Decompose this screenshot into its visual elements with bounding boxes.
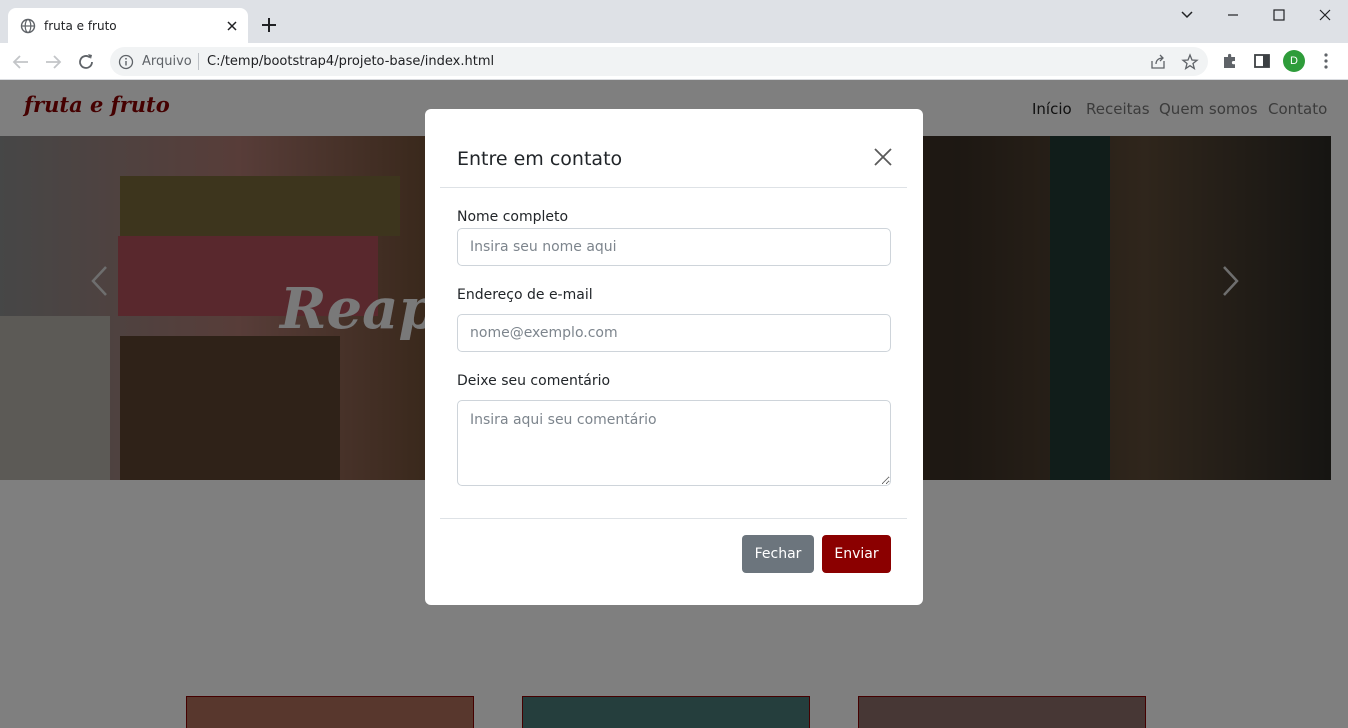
- url-text[interactable]: C:/temp/bootstrap4/projeto-base/index.ht…: [207, 53, 494, 70]
- close-tab-icon[interactable]: [224, 18, 240, 34]
- side-panel-icon[interactable]: [1252, 51, 1272, 71]
- back-icon[interactable]: [10, 51, 32, 73]
- kebab-menu-icon[interactable]: [1316, 51, 1336, 71]
- address-bar[interactable]: Arquivo C:/temp/bootstrap4/projeto-base/…: [110, 47, 1208, 76]
- bookmark-star-icon[interactable]: [1181, 53, 1199, 71]
- browser-tab[interactable]: fruta e fruto: [8, 8, 248, 43]
- modal-footer-divider: [440, 518, 907, 519]
- minimize-icon[interactable]: [1222, 4, 1244, 26]
- address-scheme-label: Arquivo: [142, 54, 192, 69]
- share-icon[interactable]: [1149, 53, 1167, 71]
- address-separator: [198, 53, 199, 70]
- forward-icon[interactable]: [42, 51, 64, 73]
- comment-textarea[interactable]: [457, 400, 891, 486]
- email-input[interactable]: [457, 314, 891, 352]
- name-label: Nome completo: [457, 209, 569, 225]
- tab-title: fruta e fruto: [44, 19, 117, 33]
- browser-tab-strip: fruta e fruto: [0, 0, 1348, 43]
- reload-icon[interactable]: [75, 51, 97, 73]
- close-window-icon[interactable]: [1314, 4, 1336, 26]
- extensions-puzzle-icon[interactable]: [1220, 51, 1240, 71]
- globe-icon: [20, 18, 36, 34]
- browser-toolbar: Arquivo C:/temp/bootstrap4/projeto-base/…: [0, 43, 1348, 80]
- email-label: Endereço de e-mail: [457, 287, 593, 303]
- name-input[interactable]: [457, 228, 891, 266]
- new-tab-icon[interactable]: [258, 14, 280, 36]
- modal-header-divider: [440, 187, 907, 188]
- close-icon[interactable]: [872, 146, 894, 168]
- tab-search-chevron-icon[interactable]: [1176, 4, 1198, 26]
- modal-title: Entre em contato: [457, 148, 623, 170]
- maximize-icon[interactable]: [1268, 4, 1290, 26]
- close-button[interactable]: Fechar: [742, 535, 814, 573]
- comment-label: Deixe seu comentário: [457, 373, 611, 389]
- profile-avatar[interactable]: D: [1283, 50, 1305, 72]
- submit-button[interactable]: Enviar: [822, 535, 891, 573]
- info-icon[interactable]: [118, 54, 134, 70]
- contact-modal: Entre em contato Nome completo Endereço …: [425, 109, 923, 605]
